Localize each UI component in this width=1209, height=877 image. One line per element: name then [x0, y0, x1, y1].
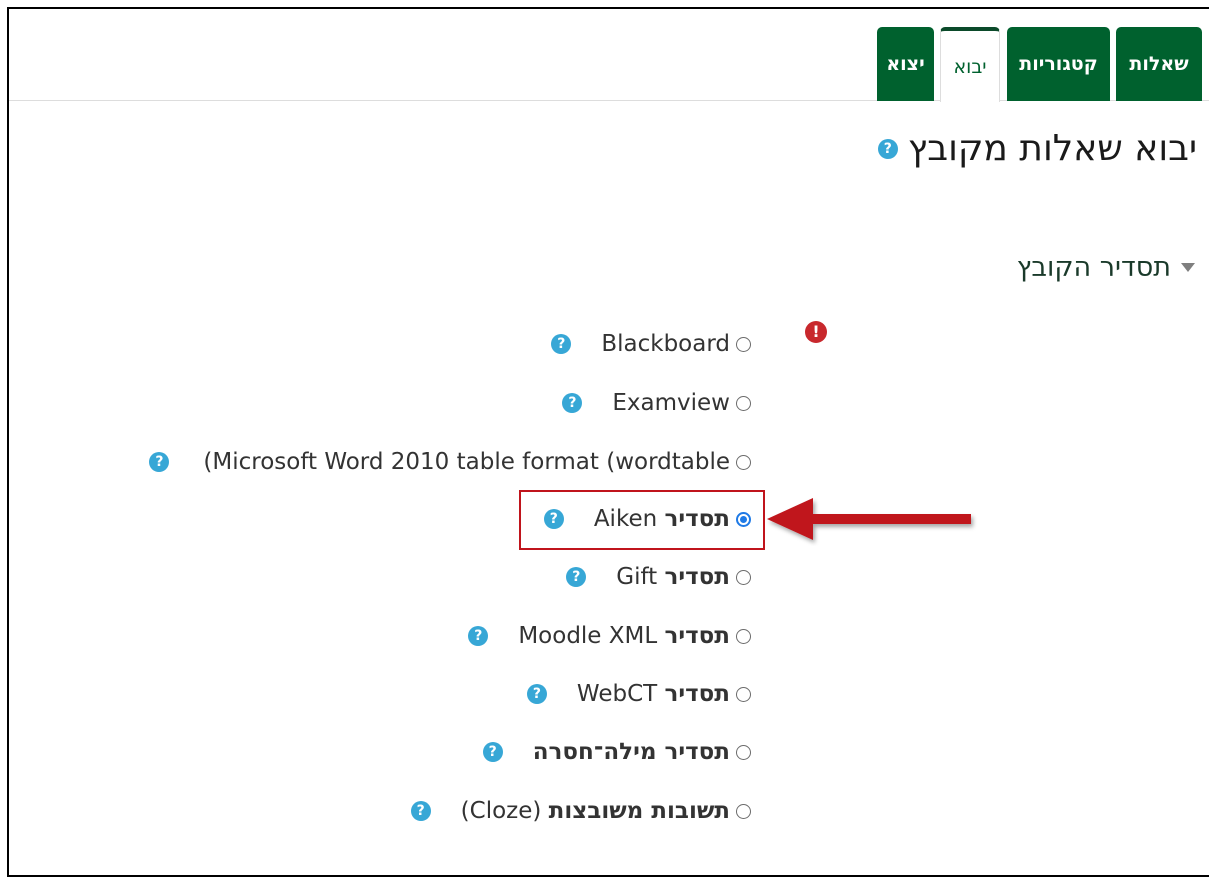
radio-gift[interactable]: [736, 569, 751, 585]
option-label: Gift תסדיר: [616, 564, 730, 590]
option-label: Moodle XML תסדיר: [518, 623, 730, 649]
annotation-highlight-box: [519, 490, 765, 550]
help-icon[interactable]: ?: [526, 684, 547, 704]
section-header-text: תסדיר הקובץ: [1016, 252, 1171, 283]
error-icon: !: [805, 321, 827, 343]
help-icon[interactable]: ?: [551, 334, 572, 354]
tab-questions[interactable]: שאלות: [1116, 27, 1202, 101]
option-label: (Microsoft Word 2010 table format (wordt…: [203, 449, 730, 475]
option-label: WebCT תסדיר: [576, 681, 730, 707]
format-option-examview[interactable]: Examview ?: [562, 387, 751, 419]
help-icon[interactable]: ?: [566, 567, 587, 587]
format-option-missing-word[interactable]: תסדיר מילה־חסרה ?: [482, 736, 751, 768]
option-label: תסדיר מילה־חסרה: [532, 739, 730, 765]
tab-import-label: יבוא: [953, 55, 987, 78]
help-icon[interactable]: ?: [149, 452, 170, 472]
format-option-gift[interactable]: Gift תסדיר ?: [566, 561, 751, 593]
radio-examview[interactable]: [736, 395, 751, 411]
radio-wordtable[interactable]: [736, 454, 751, 470]
help-icon[interactable]: ?: [410, 801, 431, 821]
help-icon[interactable]: ?: [877, 138, 898, 159]
format-option-webct[interactable]: WebCT תסדיר ?: [526, 678, 751, 710]
page-title-text: יבוא שאלות מקובץ: [907, 128, 1197, 169]
help-icon[interactable]: ?: [468, 626, 489, 646]
file-format-section-toggle[interactable]: תסדיר הקובץ: [1017, 252, 1195, 283]
tab-categories[interactable]: קטגוריות: [1007, 27, 1110, 101]
tab-categories-label: קטגוריות: [1019, 53, 1098, 75]
tab-import[interactable]: יבוא: [940, 27, 1000, 102]
chevron-down-icon: [1181, 263, 1195, 272]
format-option-moodle-xml[interactable]: Moodle XML תסדיר ?: [468, 620, 751, 652]
help-icon[interactable]: ?: [562, 393, 583, 413]
option-label: Examview: [612, 390, 730, 416]
format-option-blackboard[interactable]: Blackboard ?: [551, 328, 751, 360]
page-title: יבוא שאלות מקובץ ?: [877, 128, 1197, 169]
format-option-wordtable[interactable]: (Microsoft Word 2010 table format (wordt…: [149, 446, 751, 478]
option-label: (Cloze) תשובות משובצות: [460, 798, 730, 824]
tab-export[interactable]: יצוא: [877, 27, 934, 101]
radio-moodle-xml[interactable]: [736, 628, 751, 644]
annotation-arrow-icon: [767, 498, 971, 540]
radio-missing-word[interactable]: [736, 744, 751, 760]
radio-blackboard[interactable]: [736, 336, 751, 352]
tab-questions-label: שאלות: [1129, 53, 1189, 75]
radio-cloze[interactable]: [736, 803, 751, 819]
radio-webct[interactable]: [736, 686, 751, 702]
help-icon[interactable]: ?: [482, 742, 503, 762]
format-option-cloze[interactable]: (Cloze) תשובות משובצות ?: [410, 795, 751, 827]
option-label: Blackboard: [601, 331, 730, 357]
tab-export-label: יצוא: [886, 53, 925, 75]
